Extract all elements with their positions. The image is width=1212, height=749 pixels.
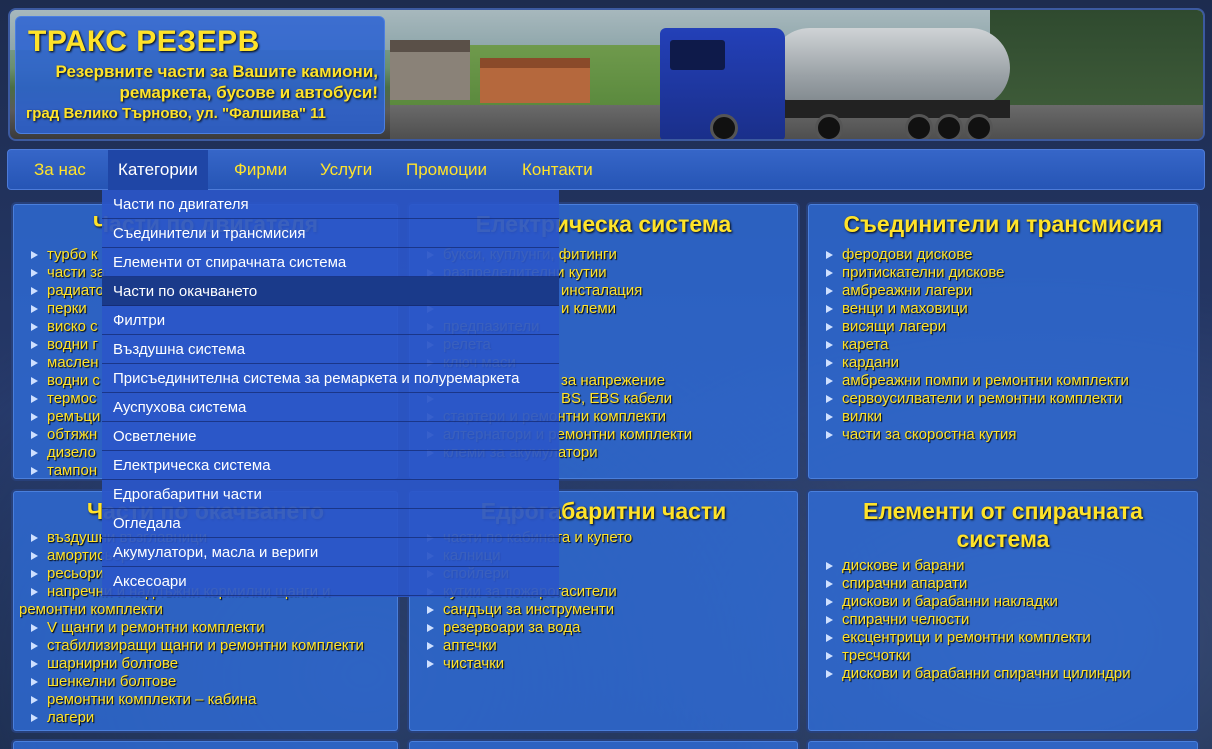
list-item[interactable]: чистачки: [409, 655, 798, 673]
site-title[interactable]: ТРАКС РЕЗЕРВ: [28, 25, 260, 59]
site-title-box: ТРАКС РЕЗЕРВ Резервните части за Вашите …: [15, 16, 385, 134]
truck-window-image: [670, 40, 725, 70]
list-item[interactable]: спирачни челюсти: [808, 611, 1198, 629]
nav-item-about[interactable]: За нас: [24, 150, 96, 190]
dropdown-item-coupling[interactable]: Присъединителна система за ремаркета и п…: [102, 364, 559, 393]
nav-item-promotions[interactable]: Промоции: [396, 150, 497, 190]
dropdown-item-exhaust[interactable]: Ауспухова система: [102, 393, 559, 422]
dropdown-item-lighting[interactable]: Осветление: [102, 422, 559, 451]
list-item[interactable]: спирачни апарати: [808, 575, 1198, 593]
categories-dropdown-menu: Части по двигателя Съединители и трансми…: [102, 190, 559, 597]
dropdown-item-air-system[interactable]: Въздушна система: [102, 335, 559, 364]
banner-trees: [990, 10, 1203, 105]
list-item[interactable]: ексцентрици и ремонтни комплекти: [808, 629, 1198, 647]
site-tagline: Резервните части за Вашите камиони, рема…: [18, 61, 378, 103]
nav-item-services[interactable]: Услуги: [310, 150, 382, 190]
list-item[interactable]: кардани: [808, 354, 1198, 372]
category-list: феродови дискове притискателни дискове а…: [808, 246, 1198, 444]
list-item[interactable]: дискови и барабанни спирачни цилиндри: [808, 665, 1198, 683]
truck-wheel-image: [965, 114, 993, 139]
nav-item-companies[interactable]: Фирми: [224, 150, 297, 190]
panel-next-row: [407, 739, 800, 749]
dropdown-item-accessories[interactable]: Аксесоари: [102, 567, 559, 596]
nav-item-contacts[interactable]: Контакти: [512, 150, 603, 190]
list-item[interactable]: дискови и барабанни накладки: [808, 593, 1198, 611]
truck-tank-image: [770, 28, 1010, 108]
panel-clutch-transmission: Съединители и трансмисия феродови дисков…: [806, 202, 1200, 481]
list-item[interactable]: карета: [808, 336, 1198, 354]
banner-barn: [480, 58, 590, 103]
panel-next-row: [806, 739, 1200, 749]
dropdown-item-batteries[interactable]: Акумулатори, масла и вериги: [102, 538, 559, 567]
list-item[interactable]: дискове и барани: [808, 557, 1198, 575]
truck-wheel-image: [815, 114, 843, 139]
list-item[interactable]: феродови дискове: [808, 246, 1198, 264]
list-item[interactable]: ремонтни комплекти – кабина: [13, 691, 398, 709]
list-item[interactable]: сервоусилватели и ремонтни комплекти: [808, 390, 1198, 408]
list-item[interactable]: шенкелни болтове: [13, 673, 398, 691]
tagline-line: ремаркета, бусове и автобуси!: [119, 83, 378, 102]
list-item[interactable]: венци и маховици: [808, 300, 1198, 318]
list-item[interactable]: резервоари за вода: [409, 619, 798, 637]
list-item[interactable]: амбреажни лагери: [808, 282, 1198, 300]
nav-item-categories[interactable]: Категории: [108, 150, 208, 190]
dropdown-item-mirrors[interactable]: Огледала: [102, 509, 559, 538]
panel-title[interactable]: Елементи от спирачната система: [808, 497, 1198, 553]
list-item[interactable]: стабилизиращи щанги и ремонтни комплекти: [13, 637, 398, 655]
panel-next-row: [11, 739, 400, 749]
tagline-line: Резервните части за Вашите камиони,: [55, 62, 378, 81]
category-list: дискове и барани спирачни апарати дисков…: [808, 557, 1198, 683]
panel-title[interactable]: Съединители и трансмисия: [808, 210, 1198, 238]
list-item[interactable]: лагери: [13, 709, 398, 727]
list-item[interactable]: сандъци за инструменти: [409, 601, 798, 619]
truck-wheel-image: [905, 114, 933, 139]
banner-house: [390, 40, 470, 100]
panel-brakes: Елементи от спирачната система дискове и…: [806, 489, 1200, 733]
truck-wheel-image: [710, 114, 738, 139]
dropdown-item-filters[interactable]: Филтри: [102, 306, 559, 335]
dropdown-item-clutch[interactable]: Съединители и трансмисия: [102, 219, 559, 248]
list-item[interactable]: притискателни дискове: [808, 264, 1198, 282]
dropdown-item-engine[interactable]: Части по двигателя: [102, 190, 559, 219]
list-item[interactable]: вилки: [808, 408, 1198, 426]
list-item[interactable]: части за скоростна кутия: [808, 426, 1198, 444]
dropdown-item-electrical[interactable]: Електрическа система: [102, 451, 559, 480]
dropdown-item-body-parts[interactable]: Едрогабаритни части: [102, 480, 559, 509]
truck-wheel-image: [935, 114, 963, 139]
list-item[interactable]: V щанги и ремонтни комплекти: [13, 619, 398, 637]
main-nav: За нас Категории Фирми Услуги Промоции К…: [7, 149, 1205, 190]
list-item[interactable]: висящи лагери: [808, 318, 1198, 336]
list-item[interactable]: амбреажни помпи и ремонтни комплекти: [808, 372, 1198, 390]
list-item[interactable]: аптечки: [409, 637, 798, 655]
site-address: град Велико Търново, ул. "Фалшива" 11: [26, 105, 327, 122]
dropdown-item-brakes[interactable]: Елементи от спирачната система: [102, 248, 559, 277]
list-item[interactable]: тресчотки: [808, 647, 1198, 665]
dropdown-item-suspension[interactable]: Части по окачването: [102, 277, 559, 306]
list-item[interactable]: шарнирни болтове: [13, 655, 398, 673]
